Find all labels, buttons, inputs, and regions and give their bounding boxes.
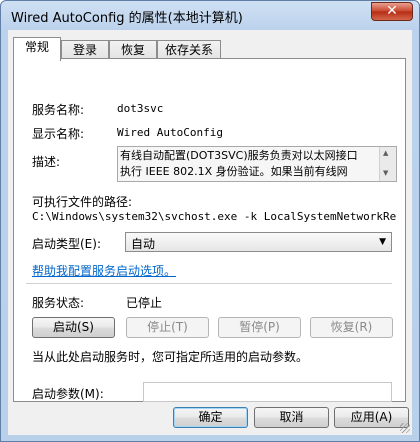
properties-window: Wired AutoConfig 的属性(本地计算机) ✕ 常规 登录 恢复 依… — [0, 0, 420, 442]
start-params-label: 启动参数(M): — [32, 387, 104, 401]
apply-button[interactable]: 应用(A) — [334, 407, 409, 428]
pause-button[interactable]: 暂停(P) — [218, 317, 301, 338]
service-status-label: 服务状态: — [32, 296, 85, 310]
startup-type-label: 启动类型(E): — [32, 237, 101, 251]
close-button[interactable]: ✕ — [371, 2, 413, 21]
tab-recovery[interactable]: 恢复 — [109, 40, 157, 59]
description-label: 描述: — [32, 155, 61, 169]
display-name-value: Wired AutoConfig — [117, 126, 223, 139]
chevron-down-icon: ▼ — [379, 237, 386, 247]
tab-general[interactable]: 常规 — [13, 37, 61, 61]
start-params-input[interactable] — [143, 382, 392, 402]
display-name-label: 显示名称: — [32, 127, 85, 141]
service-name-label: 服务名称: — [32, 103, 85, 117]
description-text: 有线自动配置(DOT3SVC)服务负责对以太网接口 执行 IEEE 802.1X… — [120, 149, 358, 178]
cancel-button[interactable]: 取消 — [254, 407, 329, 428]
start-button[interactable]: 启动(S) — [32, 317, 115, 338]
exe-path-label: 可执行文件的路径: — [32, 195, 133, 209]
service-status-value: 已停止 — [126, 296, 163, 310]
ok-button[interactable]: 确定 — [173, 407, 248, 428]
description-scrollbar[interactable]: ▲ ▼ — [379, 147, 396, 181]
general-panel: 服务名称: dot3svc 显示名称: Wired AutoConfig 描述:… — [13, 58, 406, 402]
startup-type-value: 自动 — [131, 237, 156, 251]
service-name-value: dot3svc — [117, 102, 164, 115]
description-box[interactable]: 有线自动配置(DOT3SVC)服务负责对以太网接口 执行 IEEE 802.1X… — [117, 146, 397, 182]
startup-type-select[interactable]: 自动 ▼ — [125, 232, 392, 252]
scroll-up-icon[interactable]: ▲ — [383, 149, 388, 157]
resume-button[interactable]: 恢复(R) — [310, 317, 393, 338]
resize-grip-icon[interactable] — [400, 423, 410, 433]
tab-dependencies[interactable]: 依存关系 — [157, 40, 221, 59]
dialog-client: 常规 登录 恢复 依存关系 服务名称: dot3svc 显示名称: Wired … — [8, 30, 412, 435]
close-icon: ✕ — [386, 3, 398, 19]
window-title: Wired AutoConfig 的属性(本地计算机) — [11, 11, 243, 26]
stop-button[interactable]: 停止(T) — [126, 317, 209, 338]
help-configure-link[interactable]: 帮助我配置服务启动选项。 — [32, 262, 176, 279]
exe-path-value: C:\Windows\system32\svchost.exe -k Local… — [32, 210, 396, 223]
start-params-hint: 当从此处启动服务时，您可指定所适用的启动参数。 — [32, 350, 309, 364]
tab-logon[interactable]: 登录 — [61, 40, 109, 59]
separator — [26, 283, 392, 285]
scroll-down-icon[interactable]: ▼ — [383, 169, 388, 177]
title-bar[interactable]: Wired AutoConfig 的属性(本地计算机) ✕ — [1, 1, 419, 29]
